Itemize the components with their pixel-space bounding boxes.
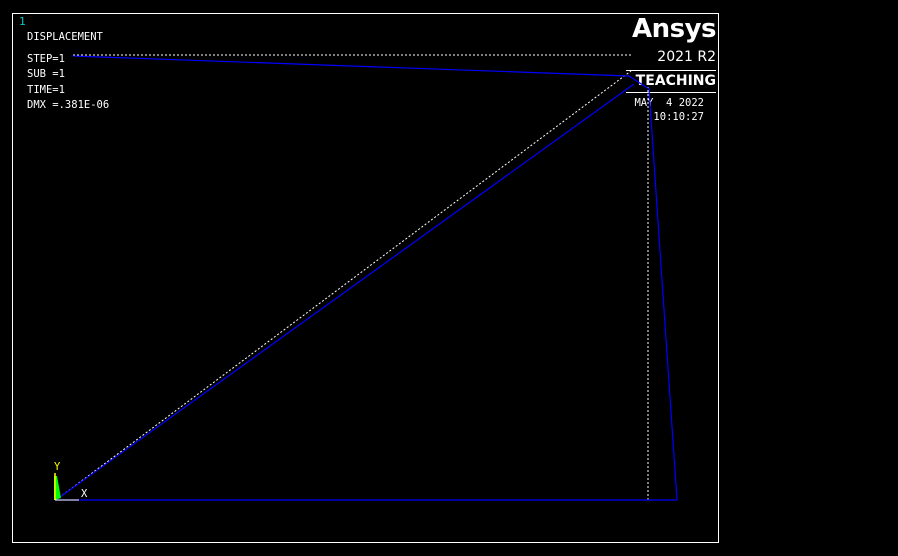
triad-x-label: X [81, 488, 88, 500]
triad-y-label: Y [54, 461, 61, 473]
deformed-edge-diagonal [55, 83, 635, 501]
deformed-shape [55, 55, 678, 501]
graphics-window[interactable]: 1 DISPLACEMENT STEP=1 SUB =1 TIME=1 DMX … [12, 13, 719, 543]
undeformed-shape [55, 54, 649, 501]
deformed-edge-right [648, 88, 678, 501]
model-plot: Y X [54, 54, 678, 501]
undeformed-edge-diagonal [55, 70, 632, 501]
deformed-edge-top-long [72, 55, 630, 77]
deformed-edge-top-short [628, 75, 650, 90]
